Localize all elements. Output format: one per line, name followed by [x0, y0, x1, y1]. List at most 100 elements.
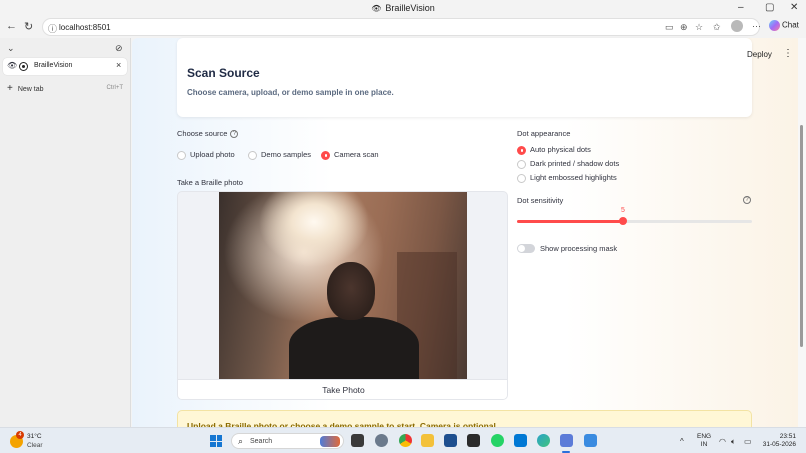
scrollbar-thumb[interactable]	[800, 125, 803, 347]
start-button[interactable]	[210, 435, 222, 447]
clock[interactable]: 23:51 31-05-2026	[762, 433, 796, 449]
header-card: Scan Source Choose camera, upload, or de…	[177, 38, 752, 117]
radio-demo-samples[interactable]: Demo samples	[248, 150, 311, 160]
url-text[interactable]: localhost:8501	[59, 23, 111, 32]
radio-label: Auto physical dots	[530, 145, 591, 154]
volume-icon[interactable]: 🔈︎	[731, 437, 736, 447]
weather-condition: Clear	[27, 442, 43, 449]
edge-icon[interactable]	[537, 434, 550, 447]
unpin-icon[interactable]: ⊘	[115, 43, 123, 54]
window-title-text: BrailleVision	[385, 3, 435, 13]
choose-source-text: Choose source	[177, 129, 228, 138]
help-icon[interactable]: ?	[743, 196, 751, 204]
radio-dot	[517, 159, 526, 169]
maximize-button[interactable]: ▢	[765, 2, 774, 13]
radio-dot	[248, 150, 257, 160]
radio-dot-selected	[517, 145, 526, 155]
radio-dark-printed-dots[interactable]: Dark printed / shadow dots	[517, 159, 619, 169]
info-icon[interactable]: ⓘ	[48, 22, 57, 35]
chat-label: Chat	[782, 20, 799, 30]
new-tab-shortcut: Ctrl+T	[106, 85, 124, 91]
zoom-icon[interactable]: ⊕	[680, 22, 688, 33]
camera-label: Take a Braille photo	[177, 178, 243, 187]
radio-label: Light embossed highlights	[530, 173, 617, 182]
radio-label: Dark printed / shadow dots	[530, 159, 620, 168]
tab-braillevision[interactable]: 👁 BrailleVision ×	[3, 58, 127, 75]
window-titlebar: 👁 BrailleVision – ▢ ✕	[0, 0, 806, 16]
camera-icon[interactable]: ▭	[665, 22, 674, 33]
favorites-icon[interactable]: ✩	[713, 22, 721, 33]
store-icon[interactable]	[444, 434, 457, 447]
battery-icon[interactable]: ▭	[744, 437, 752, 446]
main-menu-button[interactable]: ⋮	[783, 48, 793, 59]
close-window-button[interactable]: ✕	[790, 2, 798, 13]
window-title: 👁 BrailleVision	[0, 3, 806, 13]
radio-label: Upload photo	[190, 150, 235, 159]
eye-icon: 👁	[7, 61, 18, 70]
camera-widget: Take Photo	[177, 191, 508, 400]
whatsapp-icon[interactable]	[491, 434, 504, 447]
app-icon[interactable]	[584, 434, 597, 447]
minimize-button[interactable]: –	[738, 2, 744, 13]
camera-preview	[219, 192, 467, 387]
radio-dot	[517, 173, 526, 183]
record-icon	[19, 62, 28, 71]
dot-sensitivity-label: Dot sensitivity	[517, 196, 564, 205]
lang-code: ENG	[697, 433, 712, 440]
radio-upload-photo[interactable]: Upload photo	[177, 150, 235, 160]
vscode-icon[interactable]	[514, 434, 527, 447]
copilot-icon	[769, 20, 780, 31]
more-icon[interactable]: ···	[752, 21, 761, 31]
radio-auto-physical-dots[interactable]: Auto physical dots	[517, 145, 591, 155]
dot-appearance-label: Dot appearance	[517, 129, 571, 138]
taskbar: 4 31°C Clear ⌕ Search ^ ENG IN ◠ 🔈︎ ▭ 23:…	[0, 427, 806, 453]
tab-sidebar: ⌄ ⊘ 👁 BrailleVision × + New tab Ctrl+T	[0, 38, 131, 427]
page-title: Scan Source	[187, 66, 260, 80]
language-indicator[interactable]: ENG IN	[697, 433, 711, 449]
processing-mask-label: Show processing mask	[540, 244, 618, 253]
chat-button[interactable]: Chat	[769, 20, 799, 31]
wifi-icon[interactable]: ◠	[719, 437, 726, 446]
processing-mask-toggle[interactable]	[517, 244, 535, 253]
camera-person-body	[289, 317, 419, 387]
chevron-down-icon[interactable]: ⌄	[7, 43, 15, 54]
radio-label: Demo samples	[261, 150, 312, 159]
address-bar[interactable]: ⓘ localhost:8501 ▭ ⊕ ☆ ✩	[42, 18, 760, 36]
new-tab-button[interactable]: + New tab Ctrl+T	[7, 83, 127, 94]
task-view-icon[interactable]	[351, 434, 364, 447]
taskbar-search[interactable]: ⌕ Search	[231, 433, 344, 449]
notification-badge: 4	[16, 431, 24, 439]
page-subtitle: Choose camera, upload, or demo sample in…	[187, 88, 394, 97]
snipping-tool-icon[interactable]	[560, 434, 573, 447]
chrome-icon[interactable]	[399, 434, 412, 447]
profile-icon[interactable]	[731, 20, 743, 32]
slider-value: 5	[621, 207, 625, 214]
tab-label: BrailleVision	[34, 62, 73, 69]
file-explorer-icon[interactable]	[421, 434, 434, 447]
take-photo-button[interactable]: Take Photo	[178, 379, 507, 399]
clock-date: 31-05-2026	[762, 441, 796, 448]
radio-camera-scan[interactable]: Camera scan	[321, 150, 379, 160]
radio-label: Camera scan	[334, 150, 379, 159]
weather-temp: 31°C	[27, 433, 42, 440]
back-button[interactable]: ←	[6, 20, 17, 32]
eye-icon: 👁	[371, 4, 382, 13]
camera-person-head	[327, 262, 375, 320]
reload-button[interactable]: ↻	[24, 20, 33, 33]
slider-fill	[517, 220, 623, 223]
terminal-icon[interactable]	[467, 434, 480, 447]
tray-chevron-icon[interactable]: ^	[680, 437, 684, 446]
plus-icon: +	[7, 83, 13, 94]
radio-light-embossed[interactable]: Light embossed highlights	[517, 173, 617, 183]
close-tab-button[interactable]: ×	[116, 60, 121, 70]
star-icon[interactable]: ☆	[695, 22, 703, 33]
settings-icon[interactable]	[375, 434, 388, 447]
browser-toolbar: ← ↻ ⓘ localhost:8501 ▭ ⊕ ☆ ✩	[0, 16, 806, 38]
dot-sensitivity-slider[interactable]	[517, 217, 752, 225]
deploy-button[interactable]: Deploy	[747, 50, 772, 59]
slider-thumb[interactable]	[619, 217, 627, 225]
clock-time: 23:51	[779, 433, 796, 440]
help-icon[interactable]: ?	[230, 130, 239, 139]
radio-dot-selected	[321, 150, 330, 160]
lang-region: IN	[700, 441, 708, 448]
